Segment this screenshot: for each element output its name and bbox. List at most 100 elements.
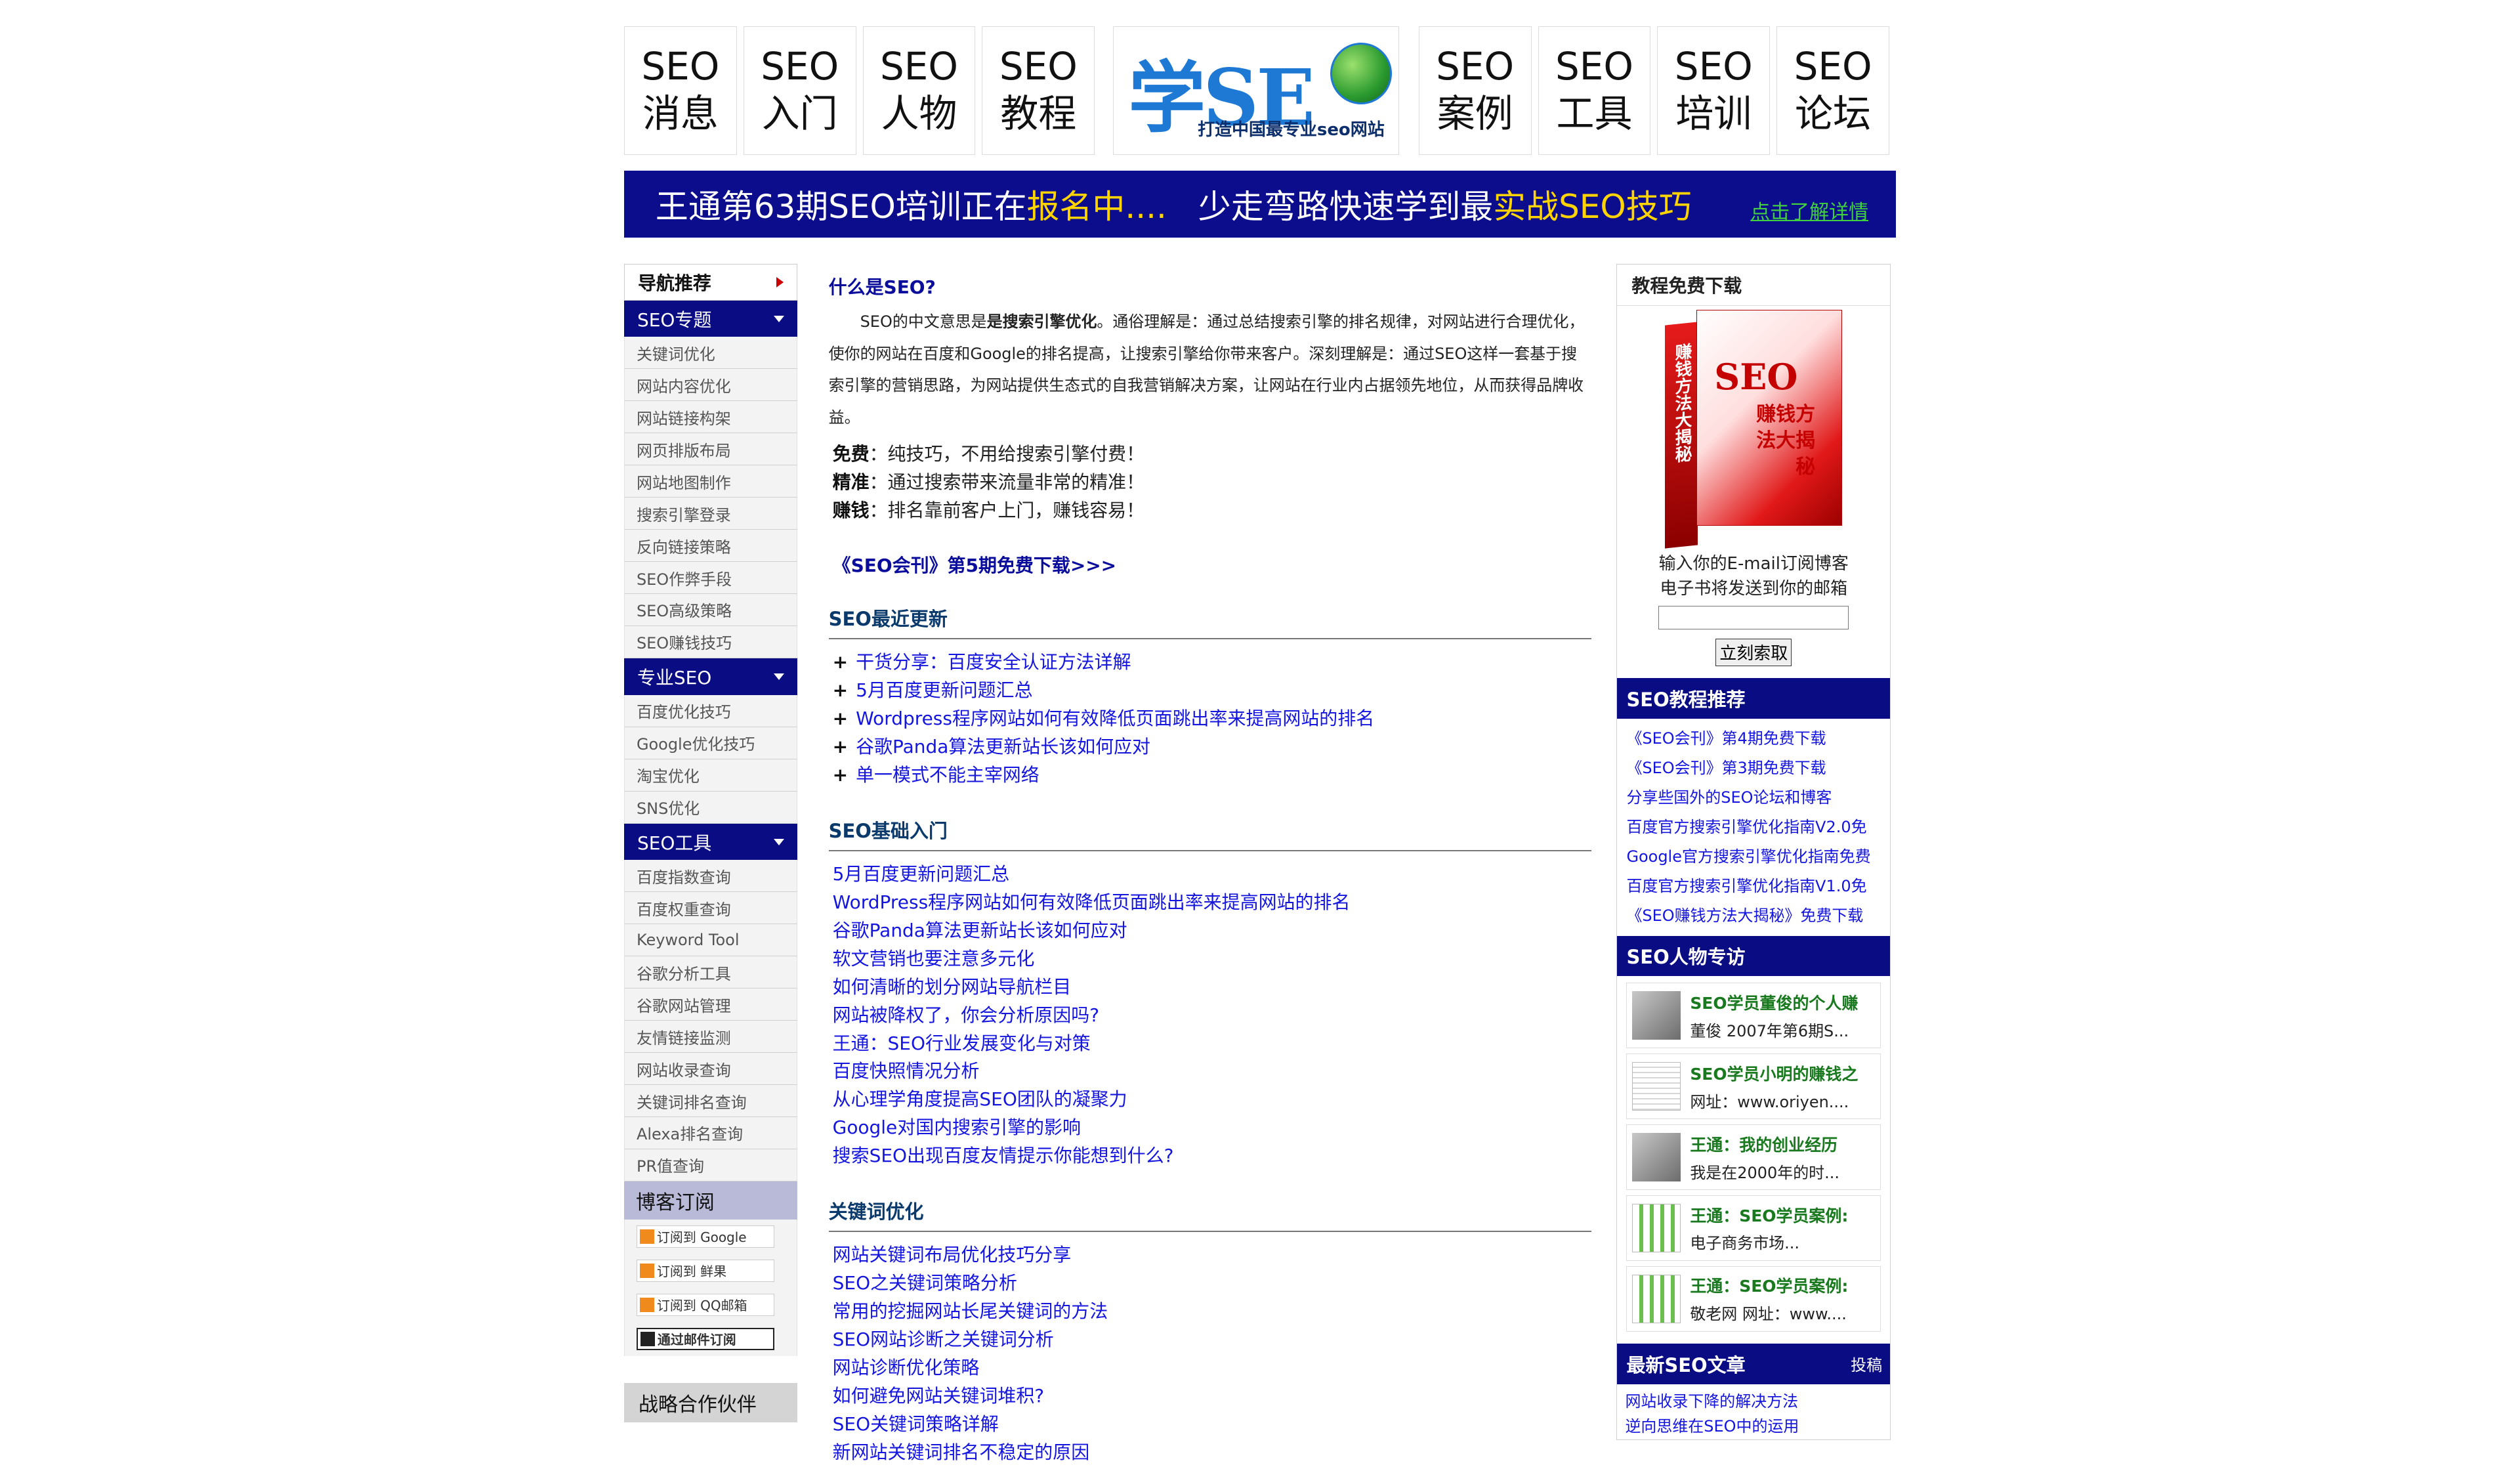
article-link[interactable]: SEO之关键词策略分析 — [833, 1269, 1592, 1298]
interview-card[interactable]: SEO学员董俊的个人赚 董俊 2007年第6期S... — [1626, 983, 1881, 1049]
subscribe-qqmail-button[interactable]: 订阅到 QQ邮箱 — [636, 1293, 774, 1316]
nav-label: SEO — [641, 43, 720, 89]
nav-label: SEO — [1794, 43, 1872, 89]
sidebar-link[interactable]: Alexa排名查询 — [623, 1116, 797, 1149]
tutorial-link[interactable]: 《SEO赚钱方法大揭秘》免费下载 — [1626, 901, 1890, 931]
plus-icon: + — [832, 708, 849, 729]
nav-seo-forum[interactable]: SEO 论坛 — [1776, 26, 1890, 155]
ebook-cover-image[interactable]: 赚钱方法大揭秘 SEO 赚钱方法大揭秘 — [1665, 309, 1843, 553]
sidebar-link[interactable]: 谷歌网站管理 — [623, 989, 797, 1021]
sidebar-link[interactable]: Google优化技巧 — [623, 727, 797, 759]
sidebar-link[interactable]: Keyword Tool — [623, 924, 797, 957]
nav-seo-news[interactable]: SEO 消息 — [623, 26, 737, 155]
interview-card[interactable]: 王通：我的创业经历 我是在2000年的时... — [1626, 1124, 1881, 1191]
article-link[interactable]: 软文营销也要注意多元化 — [833, 945, 1592, 973]
nav-label: 案例 — [1437, 91, 1513, 136]
nav-recommend-header[interactable]: 导航推荐 — [623, 263, 797, 301]
article-link[interactable]: SEO网站诊断之关键词分析 — [833, 1326, 1592, 1354]
latest-article-link[interactable]: 网站收录下降的解决方法 — [1625, 1390, 1890, 1414]
tutorial-link[interactable]: 《SEO会刊》第4期免费下载 — [1626, 724, 1890, 754]
request-ebook-button[interactable]: 立刻索取 — [1715, 639, 1792, 666]
sidebar-link[interactable]: PR值查询 — [623, 1149, 797, 1181]
interview-card[interactable]: SEO学员小明的赚钱之 网址：www.oriyen.... — [1626, 1053, 1881, 1120]
people-title: SEO人物专访 — [1626, 946, 1746, 969]
sidebar-link[interactable]: SEO高级策略 — [623, 593, 797, 626]
sidebar-link[interactable]: 关键词排名查询 — [623, 1085, 797, 1117]
latest-article-link[interactable]: 逆向思维在SEO中的运用 — [1625, 1414, 1890, 1439]
sidebar-link[interactable]: 网站地图制作 — [623, 465, 797, 498]
plus-icon — [640, 1331, 655, 1346]
article-link[interactable]: 从心理学角度提高SEO团队的凝聚力 — [833, 1086, 1592, 1114]
subscribe-xianguo-button[interactable]: 订阅到 鲜果 — [636, 1259, 774, 1282]
sidebar-link[interactable]: SEO赚钱技巧 — [623, 626, 797, 658]
sidebar-link[interactable]: 搜索引擎登录 — [623, 498, 797, 530]
sidebar-link[interactable]: 网页排版布局 — [623, 433, 797, 466]
sidebar-link[interactable]: 网站链接构架 — [623, 401, 797, 434]
nav-seo-people[interactable]: SEO 人物 — [862, 26, 976, 155]
article-link[interactable]: 搜索SEO出现百度友情提示你能想到什么? — [833, 1142, 1592, 1170]
sidebar-link[interactable]: 谷歌分析工具 — [623, 956, 797, 989]
article-link[interactable]: +5月百度更新问题汇总 — [833, 677, 1592, 705]
training-banner[interactable]: 王通第63期SEO培训正在报名中.... 少走弯路快速学到最实战SEO技巧 点击了… — [623, 170, 1897, 238]
article-link[interactable]: 新网站关键词排名不稳定的原因 — [833, 1439, 1592, 1467]
group-header-seo-topics[interactable]: SEO专题 — [623, 300, 797, 337]
site-logo[interactable]: 学SE 打造中国最专业seo网站 — [1113, 26, 1399, 155]
article-link[interactable]: WordPress程序网站如何有效降低页面跳出率来提高网站的排名 — [833, 889, 1592, 917]
banner-details-link[interactable]: 点击了解详情 — [1750, 196, 1868, 224]
article-link[interactable]: SEO关键词策略详解 — [833, 1411, 1592, 1439]
journal-download-link[interactable]: 《SEO会刊》第5期免费下载>>> — [829, 551, 1592, 578]
article-link[interactable]: 王通：SEO行业发展变化与对策 — [833, 1030, 1592, 1058]
nav-seo-intro[interactable]: SEO 入门 — [743, 26, 856, 155]
sidebar-link[interactable]: 百度权重查询 — [623, 892, 797, 925]
tutorial-link[interactable]: 《SEO会刊》第3期免费下载 — [1626, 754, 1890, 783]
article-link[interactable]: 网站关键词布局优化技巧分享 — [833, 1241, 1592, 1269]
sidebar-link[interactable]: 百度指数查询 — [623, 860, 797, 893]
person-photo — [1632, 991, 1681, 1040]
feed-label: 订阅到 QQ邮箱 — [656, 1298, 747, 1314]
site-thumbnail — [1632, 1204, 1681, 1252]
subscribe-email-button[interactable]: 通过邮件订阅 — [636, 1327, 774, 1350]
sidebar-link[interactable]: 友情链接监测 — [623, 1021, 797, 1053]
interview-card[interactable]: 王通：SEO学员案例: 电子商务市场... — [1626, 1195, 1881, 1261]
tutorial-link[interactable]: 百度官方搜索引擎优化指南V2.0免 — [1626, 813, 1890, 842]
sidebar-link[interactable]: 网站内容优化 — [623, 369, 797, 402]
article-link[interactable]: 常用的挖掘网站长尾关键词的方法 — [833, 1298, 1592, 1326]
article-link[interactable]: Google对国内搜索引擎的影响 — [833, 1114, 1592, 1142]
article-link[interactable]: 谷歌Panda算法更新站长该如何应对 — [833, 917, 1592, 945]
submit-article-link[interactable]: 投稿 — [1851, 1352, 1882, 1375]
interview-card[interactable]: 王通：SEO学员案例: 敬老网 网址：www.... — [1626, 1265, 1881, 1332]
sidebar-link[interactable]: 百度优化技巧 — [623, 694, 797, 727]
sidebar-link[interactable]: 关键词优化 — [623, 337, 797, 370]
article-link[interactable]: 5月百度更新问题汇总 — [833, 861, 1592, 889]
article-link[interactable]: 网站诊断优化策略 — [833, 1354, 1592, 1382]
article-link[interactable]: + 谷歌Panda算法更新站长该如何应对 — [833, 733, 1592, 761]
article-link[interactable]: + 干货分享：百度安全认证方法详解 — [833, 648, 1592, 677]
nav-seo-tools[interactable]: SEO 工具 — [1538, 26, 1651, 155]
interview-desc: 我是在2000年的时... — [1690, 1163, 1839, 1182]
tutorial-link[interactable]: 分享些国外的SEO论坛和博客 — [1626, 783, 1890, 813]
sidebar-link[interactable]: SEO作弊手段 — [623, 562, 797, 594]
sidebar-link[interactable]: SNS优化 — [623, 791, 797, 824]
tutorial-link[interactable]: 百度官方搜索引擎优化指南V1.0免 — [1626, 872, 1890, 901]
group-header-pro-seo[interactable]: 专业SEO — [623, 658, 797, 695]
article-link[interactable]: + 单一模式不能主宰网络 — [833, 761, 1592, 790]
article-link[interactable]: 网站被降权了，你会分析原因吗? — [833, 1002, 1592, 1030]
article-link[interactable]: 如何清晰的划分网站导航栏目 — [833, 973, 1592, 1002]
article-link[interactable]: + Wordpress程序网站如何有效降低页面跳出率来提高网站的排名 — [833, 705, 1592, 733]
sidebar-link[interactable]: 反向链接策略 — [623, 530, 797, 563]
subscribe-google-button[interactable]: 订阅到 Google — [636, 1225, 774, 1248]
rss-icon — [639, 1263, 654, 1278]
ebook-face: SEO 赚钱方法大揭秘 — [1696, 309, 1843, 526]
article-link[interactable]: 百度快照情况分析 — [833, 1057, 1592, 1086]
email-input[interactable] — [1658, 606, 1849, 630]
nav-seo-training[interactable]: SEO 培训 — [1657, 26, 1771, 155]
nav-seo-cases[interactable]: SEO 案例 — [1418, 26, 1532, 155]
sidebar-link[interactable]: 淘宝优化 — [623, 759, 797, 792]
benefit-value: ：纯技巧，不用给搜索引擎付费！ — [869, 443, 1145, 465]
nav-seo-tutorial[interactable]: SEO 教程 — [982, 26, 1095, 155]
sidebar-link[interactable]: 网站收录查询 — [623, 1053, 797, 1086]
group-header-seo-tools[interactable]: SEO工具 — [623, 823, 797, 861]
article-link[interactable]: 如何避免网站关键词堆积? — [833, 1382, 1592, 1411]
tutorial-link[interactable]: Google官方搜索引擎优化指南免费 — [1626, 842, 1890, 872]
interview-desc: 敬老网 网址：www.... — [1690, 1305, 1847, 1324]
